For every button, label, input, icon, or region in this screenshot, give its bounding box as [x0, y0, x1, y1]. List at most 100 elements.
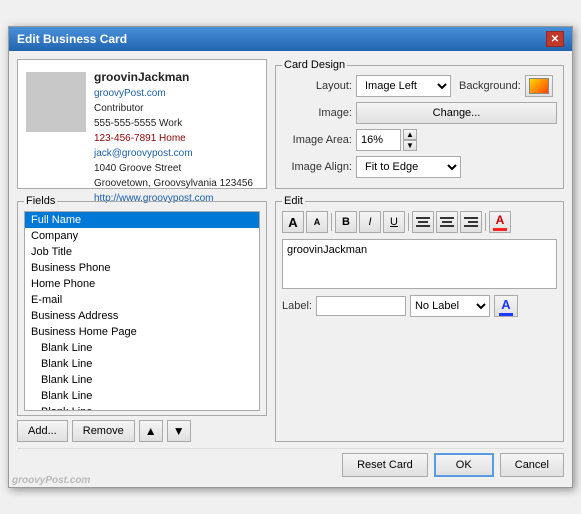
label-input[interactable]: [316, 296, 406, 316]
label-select[interactable]: No Label Custom: [410, 295, 490, 317]
underline-icon: U: [390, 216, 398, 228]
card-address2: Groovetown, Groovsylvania 123456: [94, 176, 253, 191]
background-color-icon: [529, 78, 549, 94]
bottom-section: Reset Card OK Cancel: [17, 448, 564, 479]
align-center-icon: [440, 217, 454, 227]
list-item[interactable]: Business Home Page: [25, 324, 259, 340]
list-item[interactable]: Company: [25, 228, 259, 244]
dialog-title: Edit Business Card: [17, 32, 127, 46]
list-item[interactable]: Job Title: [25, 244, 259, 260]
font-larger-button[interactable]: A: [282, 211, 304, 233]
label-color-icon: A: [499, 297, 513, 316]
add-field-button[interactable]: Add...: [17, 420, 68, 442]
align-left-button[interactable]: [412, 211, 434, 233]
ok-button[interactable]: OK: [434, 453, 494, 477]
list-item[interactable]: Blank Line: [25, 404, 259, 411]
close-button[interactable]: ✕: [546, 31, 564, 47]
toolbar-separator-3: [485, 213, 486, 231]
image-area-label: Image Area:: [282, 134, 352, 146]
spinner-up-button[interactable]: ▲: [403, 129, 417, 140]
card-address1: 1040 Groove Street: [94, 161, 253, 176]
background-label: Background:: [459, 80, 521, 92]
toolbar-separator-1: [331, 213, 332, 231]
image-area-input-group: ▲ ▼: [356, 129, 417, 151]
label-field-label: Label:: [282, 300, 312, 312]
italic-icon: I: [368, 216, 371, 228]
list-item[interactable]: Business Phone: [25, 260, 259, 276]
font-color-button[interactable]: A: [489, 211, 511, 233]
change-image-button[interactable]: Change...: [356, 102, 557, 124]
edit-legend: Edit: [282, 195, 305, 207]
move-down-button[interactable]: ▼: [167, 420, 191, 442]
fields-legend: Fields: [24, 195, 57, 207]
layout-label: Layout:: [282, 80, 352, 92]
list-item[interactable]: Blank Line: [25, 340, 259, 356]
watermark-logo: groovyPost.com: [12, 475, 90, 486]
list-item[interactable]: E-mail: [25, 292, 259, 308]
bold-icon: B: [342, 216, 350, 228]
underline-button[interactable]: U: [383, 211, 405, 233]
align-right-icon: [464, 217, 478, 227]
reset-card-button[interactable]: Reset Card: [342, 453, 428, 477]
image-align-select[interactable]: Fit to Edge Stretch Center Tile: [356, 156, 461, 178]
card-phone-home: 123-456-7891 Home: [94, 131, 253, 146]
card-preview: groovinJackman groovyPost.com Contributo…: [17, 59, 267, 189]
font-smaller-button[interactable]: A: [306, 211, 328, 233]
font-color-a: A: [496, 213, 505, 227]
list-item[interactable]: Full Name: [25, 212, 259, 228]
image-area-row: Image Area: ▲ ▼: [282, 129, 557, 151]
bold-button[interactable]: B: [335, 211, 357, 233]
card-email: jack@groovypost.com: [94, 146, 253, 161]
edit-text-content: groovinJackman: [287, 244, 367, 256]
image-area-input[interactable]: [356, 129, 401, 151]
toolbar-separator-2: [408, 213, 409, 231]
image-align-label: Image Align:: [282, 161, 352, 173]
spinner-buttons: ▲ ▼: [403, 129, 417, 151]
list-item[interactable]: Home Phone: [25, 276, 259, 292]
layout-row: Layout: Image Left Image Right Image Top…: [282, 75, 557, 97]
align-left-icon: [416, 217, 430, 227]
font-smaller-icon: A: [314, 217, 321, 227]
list-item[interactable]: Blank Line: [25, 356, 259, 372]
list-item[interactable]: Blank Line: [25, 388, 259, 404]
fields-listbox[interactable]: Full NameCompanyJob TitleBusiness PhoneH…: [24, 211, 260, 411]
list-item[interactable]: Blank Line: [25, 372, 259, 388]
top-section: groovinJackman groovyPost.com Contributo…: [17, 59, 564, 189]
card-role: Contributor: [94, 101, 253, 116]
spinner-down-button[interactable]: ▼: [403, 140, 417, 151]
edit-fieldset: Edit A A B I: [275, 195, 564, 442]
font-color-bar: [493, 228, 507, 231]
image-align-row: Image Align: Fit to Edge Stretch Center …: [282, 156, 557, 178]
edit-business-card-dialog: Edit Business Card ✕ groovinJackman groo…: [8, 26, 573, 488]
align-right-button[interactable]: [460, 211, 482, 233]
label-row: Label: No Label Custom A: [282, 295, 557, 317]
font-larger-icon: A: [288, 215, 297, 230]
card-design-legend: Card Design: [282, 59, 347, 71]
fields-fieldset: Fields Full NameCompanyJob TitleBusiness…: [17, 195, 267, 416]
card-design-fieldset: Card Design Layout: Image Left Image Rig…: [275, 59, 564, 189]
background-button[interactable]: [525, 75, 553, 97]
remove-field-button[interactable]: Remove: [72, 420, 135, 442]
middle-section: Fields Full NameCompanyJob TitleBusiness…: [17, 195, 564, 442]
dialog-body: groovinJackman groovyPost.com Contributo…: [9, 51, 572, 487]
layout-select[interactable]: Image Left Image Right Image Top Image B…: [356, 75, 451, 97]
card-text: groovinJackman groovyPost.com Contributo…: [94, 68, 253, 180]
card-company: groovyPost.com: [94, 86, 253, 101]
list-item[interactable]: Business Address: [25, 308, 259, 324]
edit-text-box[interactable]: groovinJackman: [282, 239, 557, 289]
card-phone-work: 555-555-5555 Work: [94, 116, 253, 131]
font-color-icon: A: [493, 213, 507, 231]
card-avatar-image: [26, 72, 86, 132]
label-color-button[interactable]: A: [494, 295, 518, 317]
fields-buttons: Add... Remove ▲ ▼: [17, 420, 267, 442]
align-center-button[interactable]: [436, 211, 458, 233]
fields-panel: Fields Full NameCompanyJob TitleBusiness…: [17, 195, 267, 442]
move-up-button[interactable]: ▲: [139, 420, 163, 442]
image-label: Image:: [282, 107, 352, 119]
card-name: groovinJackman: [94, 68, 253, 86]
italic-button[interactable]: I: [359, 211, 381, 233]
image-row: Image: Change...: [282, 102, 557, 124]
image-row-inner: Change...: [356, 102, 557, 124]
title-bar: Edit Business Card ✕: [9, 27, 572, 51]
cancel-button[interactable]: Cancel: [500, 453, 564, 477]
